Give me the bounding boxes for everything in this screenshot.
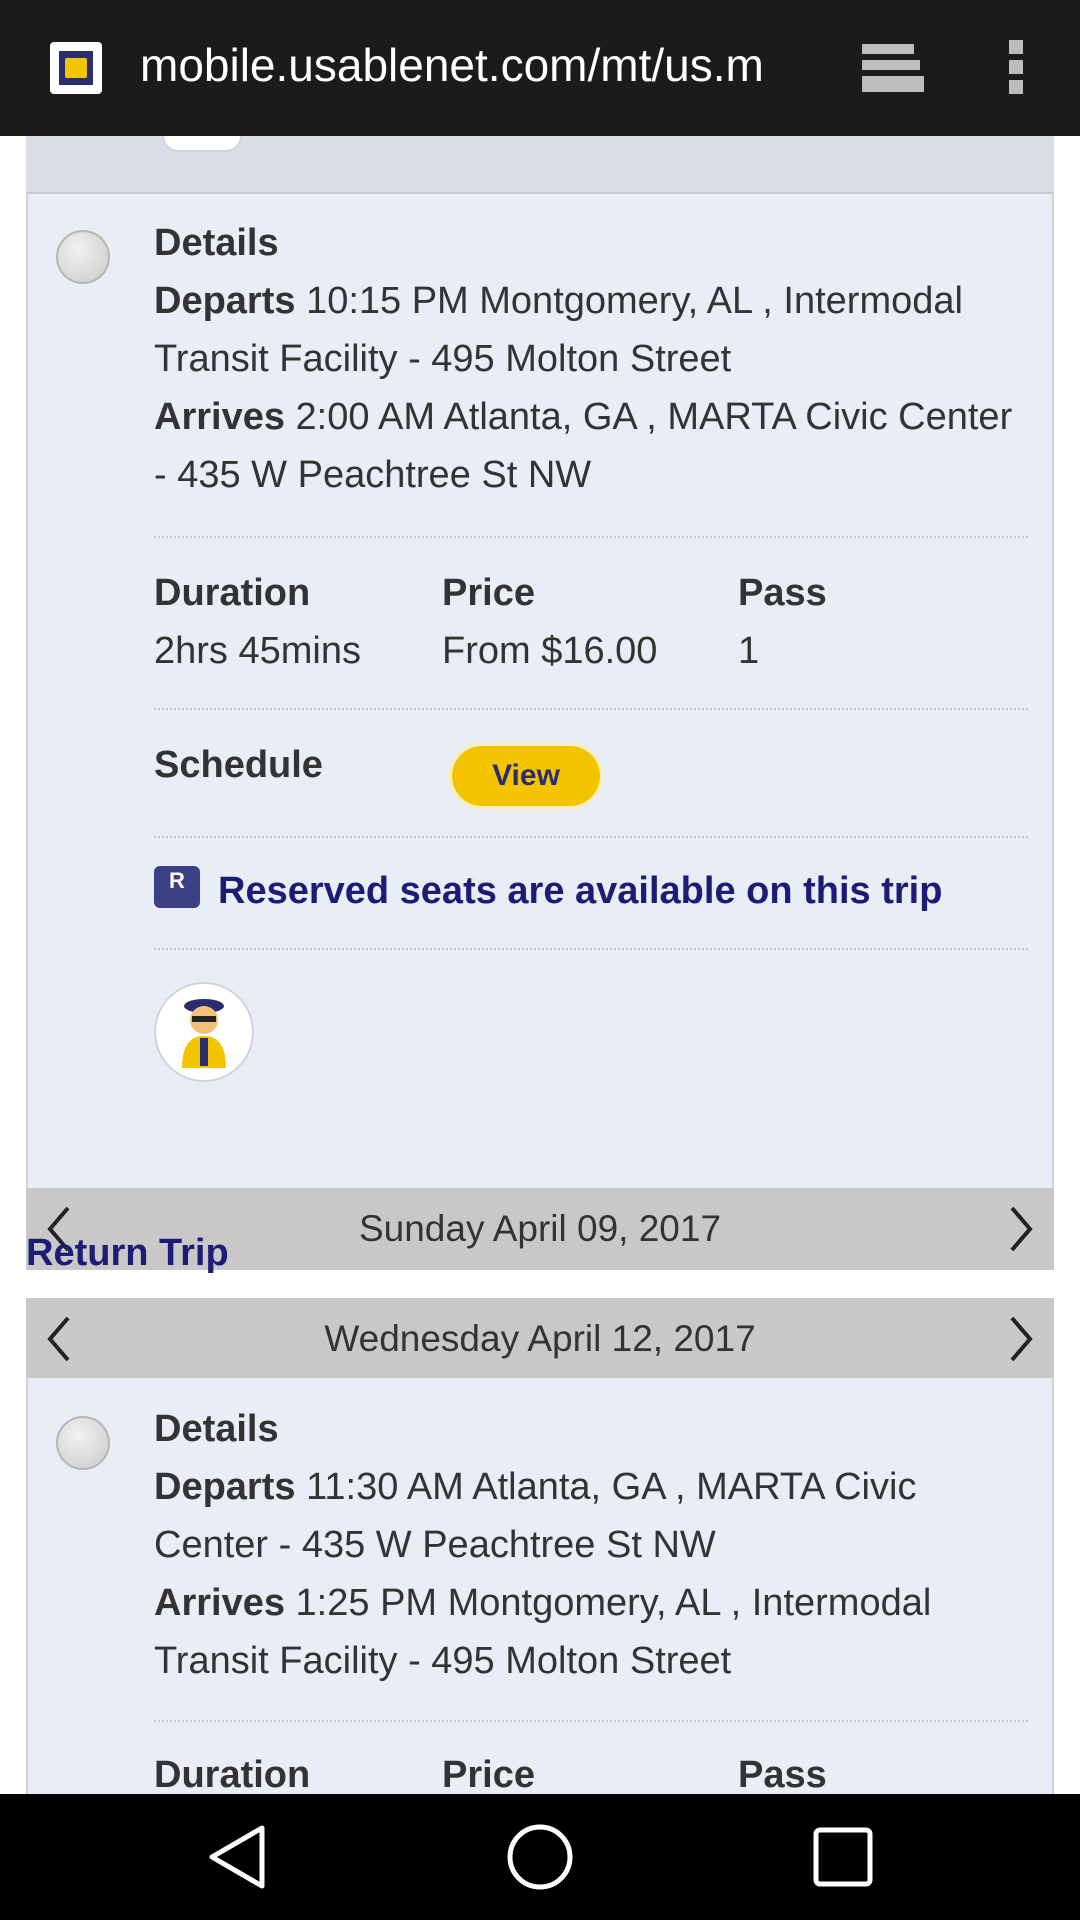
schedule-label: Schedule bbox=[154, 744, 323, 786]
return-trip-heading: Return Trip bbox=[26, 1232, 229, 1274]
duration-label: Duration bbox=[154, 572, 311, 614]
reserved-seat-icon: R bbox=[154, 866, 200, 908]
tabs-icon[interactable] bbox=[858, 40, 924, 96]
return-date-bar: Wednesday April 12, 2017 bbox=[26, 1298, 1054, 1378]
price-value: From $16.00 bbox=[442, 630, 658, 672]
divider bbox=[154, 948, 1028, 950]
back-icon[interactable] bbox=[200, 1820, 274, 1894]
recent-apps-icon[interactable] bbox=[806, 1820, 880, 1894]
view-schedule-button[interactable]: View bbox=[452, 746, 600, 806]
pass-label: Pass bbox=[738, 1754, 827, 1794]
trip-select-radio[interactable] bbox=[56, 230, 110, 284]
details-label: Details bbox=[154, 1408, 279, 1450]
next-day-chevron-icon[interactable] bbox=[1000, 1314, 1040, 1364]
departs-info: Departs 11:30 AM Atlanta, GA , MARTA Civ… bbox=[154, 1466, 917, 1566]
system-navigation-bar bbox=[0, 1794, 1080, 1920]
arrives-info: Arrives 2:00 AM Atlanta, GA , MARTA Civi… bbox=[154, 396, 1013, 496]
divider bbox=[154, 836, 1028, 838]
site-favicon-icon bbox=[50, 42, 102, 94]
bus-driver-avatar-icon bbox=[154, 982, 254, 1082]
next-day-chevron-icon[interactable] bbox=[1000, 1204, 1040, 1254]
trip-select-radio[interactable] bbox=[56, 1416, 110, 1470]
divider bbox=[154, 708, 1028, 710]
price-label: Price bbox=[442, 1754, 535, 1794]
overflow-menu-icon[interactable] bbox=[1004, 40, 1028, 98]
previous-result-strip bbox=[26, 136, 1054, 194]
duration-label: Duration bbox=[154, 1754, 311, 1794]
divider bbox=[154, 536, 1028, 538]
divider bbox=[154, 1720, 1028, 1722]
trip-result-1: Details Departs 10:15 PM Montgomery, AL … bbox=[26, 194, 1054, 1188]
return-date: Wednesday April 12, 2017 bbox=[324, 1318, 756, 1359]
pass-label: Pass bbox=[738, 572, 827, 614]
home-icon[interactable] bbox=[503, 1820, 577, 1894]
departs-info: Departs 10:15 PM Montgomery, AL , Interm… bbox=[154, 280, 963, 380]
details-label: Details bbox=[154, 222, 279, 264]
reserved-seats-notice: Reserved seats are available on this tri… bbox=[218, 870, 943, 912]
url-bar[interactable]: mobile.usablenet.com/mt/us.m bbox=[140, 38, 764, 92]
page-content: Details Departs 10:15 PM Montgomery, AL … bbox=[0, 136, 1080, 1794]
pass-value: 1 bbox=[738, 630, 760, 672]
browser-toolbar: mobile.usablenet.com/mt/us.m bbox=[0, 0, 1080, 136]
duration-value: 2hrs 45mins bbox=[154, 630, 361, 672]
trip-result-2: Details Departs 11:30 AM Atlanta, GA , M… bbox=[26, 1378, 1054, 1794]
arrives-info: Arrives 1:25 PM Montgomery, AL , Intermo… bbox=[154, 1582, 932, 1682]
price-label: Price bbox=[442, 572, 535, 614]
